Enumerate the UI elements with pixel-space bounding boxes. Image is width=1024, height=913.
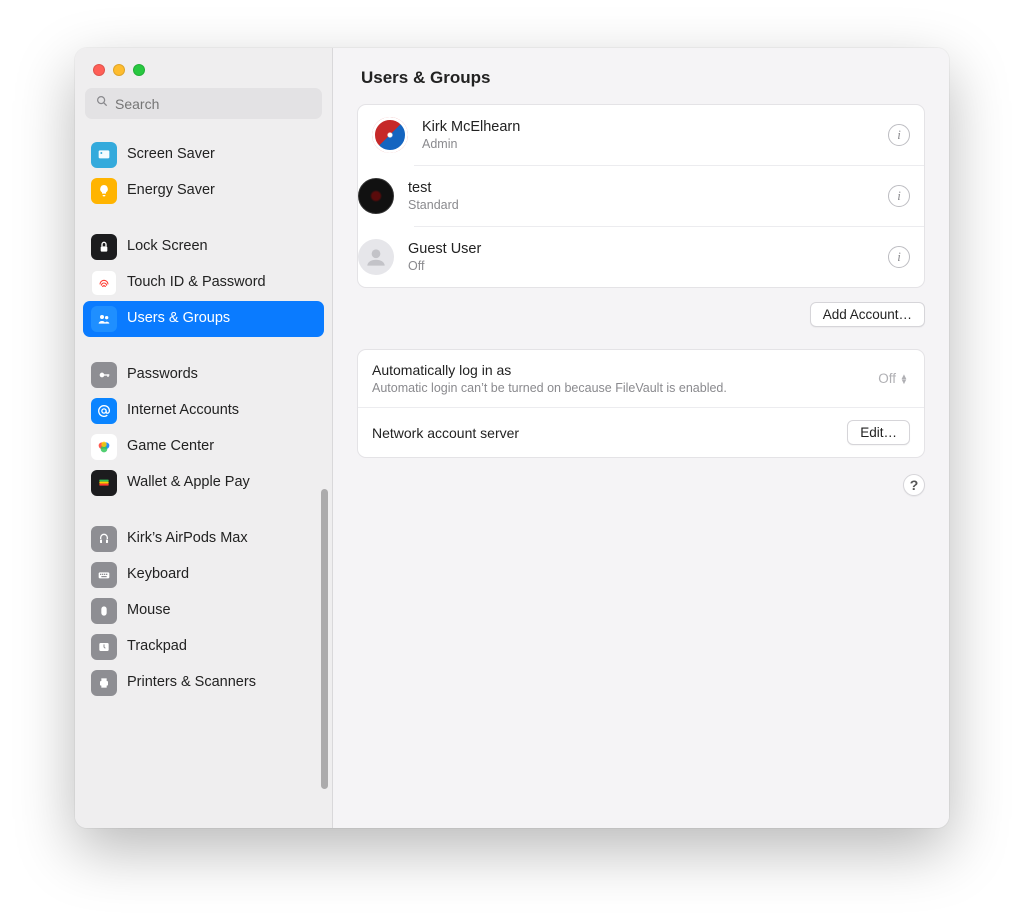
page-title: Users & Groups — [357, 68, 925, 88]
airpods-icon — [91, 526, 117, 552]
sidebar-item-label: Printers & Scanners — [127, 674, 316, 691]
auto-login-select: Off ▲▼ — [878, 371, 910, 386]
sidebar-item-internet-accounts[interactable]: Internet Accounts — [83, 393, 324, 429]
sidebar-item-label: Mouse — [127, 602, 316, 619]
keyboard-icon — [91, 562, 117, 588]
sidebar-item-label: Game Center — [127, 438, 316, 455]
sidebar-item-label: Wallet & Apple Pay — [127, 474, 316, 491]
user-name: Kirk McElhearn — [422, 119, 874, 135]
user-name: Guest User — [408, 241, 874, 257]
sidebar-item-trackpad[interactable]: Trackpad — [83, 629, 324, 665]
passwords-icon — [91, 362, 117, 388]
user-row[interactable]: Kirk McElhearn Admin i — [358, 105, 924, 165]
network-server-row: Network account server Edit… — [358, 407, 924, 457]
user-info-button[interactable]: i — [888, 124, 910, 146]
game-center-icon — [91, 434, 117, 460]
user-avatar — [358, 178, 394, 214]
screen-saver-icon — [91, 142, 117, 168]
sidebar-item-mouse[interactable]: Mouse — [83, 593, 324, 629]
user-avatar — [372, 117, 408, 153]
search-field[interactable] — [85, 88, 322, 119]
user-avatar — [358, 239, 394, 275]
sidebar-item-lock-screen[interactable]: Lock Screen — [83, 229, 324, 265]
lock-screen-icon — [91, 234, 117, 260]
user-name: test — [408, 180, 874, 196]
sidebar-scroll[interactable]: Screen Saver Energy Saver Lock Screen — [75, 129, 332, 828]
auto-login-row: Automatically log in as Automatic login … — [358, 350, 924, 407]
user-role: Off — [408, 259, 874, 273]
auto-login-label: Automatically log in as — [372, 362, 868, 378]
user-row[interactable]: Guest User Off i — [414, 226, 924, 287]
sidebar-item-label: Screen Saver — [127, 146, 316, 163]
add-account-button[interactable]: Add Account… — [810, 302, 925, 327]
user-info-button[interactable]: i — [888, 185, 910, 207]
sidebar-scrollbar[interactable] — [321, 489, 328, 789]
sidebar-item-label: Trackpad — [127, 638, 316, 655]
sidebar-item-touch-id-password[interactable]: Touch ID & Password — [83, 265, 324, 301]
energy-saver-icon — [91, 178, 117, 204]
sidebar-item-screen-saver[interactable]: Screen Saver — [83, 137, 324, 173]
sidebar-item-wallet-apple-pay[interactable]: Wallet & Apple Pay — [83, 465, 324, 501]
auto-login-value: Off — [878, 371, 896, 386]
sidebar-item-label: Touch ID & Password — [127, 274, 316, 291]
network-server-edit-button[interactable]: Edit… — [847, 420, 910, 445]
sidebar-item-keyboard[interactable]: Keyboard — [83, 557, 324, 593]
minimize-window-button[interactable] — [113, 64, 125, 76]
search-icon — [95, 94, 109, 113]
users-list-panel: Kirk McElhearn Admin i test Standard i G… — [357, 104, 925, 288]
trackpad-icon — [91, 634, 117, 660]
help-button[interactable]: ? — [903, 474, 925, 496]
mouse-icon — [91, 598, 117, 624]
sidebar-item-airpods[interactable]: Kirk’s AirPods Max — [83, 521, 324, 557]
close-window-button[interactable] — [93, 64, 105, 76]
network-server-label: Network account server — [372, 425, 837, 441]
sidebar-item-energy-saver[interactable]: Energy Saver — [83, 173, 324, 209]
users-groups-icon — [91, 306, 117, 332]
sidebar-item-label: Kirk’s AirPods Max — [127, 530, 316, 547]
auto-login-note: Automatic login can’t be turned on becau… — [372, 381, 868, 395]
system-settings-window: Screen Saver Energy Saver Lock Screen — [75, 48, 949, 828]
login-settings-panel: Automatically log in as Automatic login … — [357, 349, 925, 458]
main-content: Users & Groups Kirk McElhearn Admin i te… — [333, 48, 949, 828]
sidebar-item-label: Passwords — [127, 366, 316, 383]
sidebar-item-label: Energy Saver — [127, 182, 316, 199]
user-role: Standard — [408, 198, 874, 212]
wallet-icon — [91, 470, 117, 496]
sidebar-item-label: Keyboard — [127, 566, 316, 583]
window-controls — [75, 48, 332, 88]
sidebar-item-label: Users & Groups — [127, 310, 316, 327]
zoom-window-button[interactable] — [133, 64, 145, 76]
sidebar-item-passwords[interactable]: Passwords — [83, 357, 324, 393]
search-input[interactable] — [115, 96, 312, 112]
sidebar-item-users-groups[interactable]: Users & Groups — [83, 301, 324, 337]
sidebar-item-printers-scanners[interactable]: Printers & Scanners — [83, 665, 324, 701]
sidebar-item-label: Lock Screen — [127, 238, 316, 255]
sidebar-item-game-center[interactable]: Game Center — [83, 429, 324, 465]
internet-accounts-icon — [91, 398, 117, 424]
sidebar: Screen Saver Energy Saver Lock Screen — [75, 48, 333, 828]
user-info-button[interactable]: i — [888, 246, 910, 268]
user-row[interactable]: test Standard i — [414, 165, 924, 226]
chevron-updown-icon: ▲▼ — [900, 374, 910, 384]
user-role: Admin — [422, 137, 874, 151]
sidebar-item-label: Internet Accounts — [127, 402, 316, 419]
touch-id-icon — [91, 270, 117, 296]
printers-icon — [91, 670, 117, 696]
